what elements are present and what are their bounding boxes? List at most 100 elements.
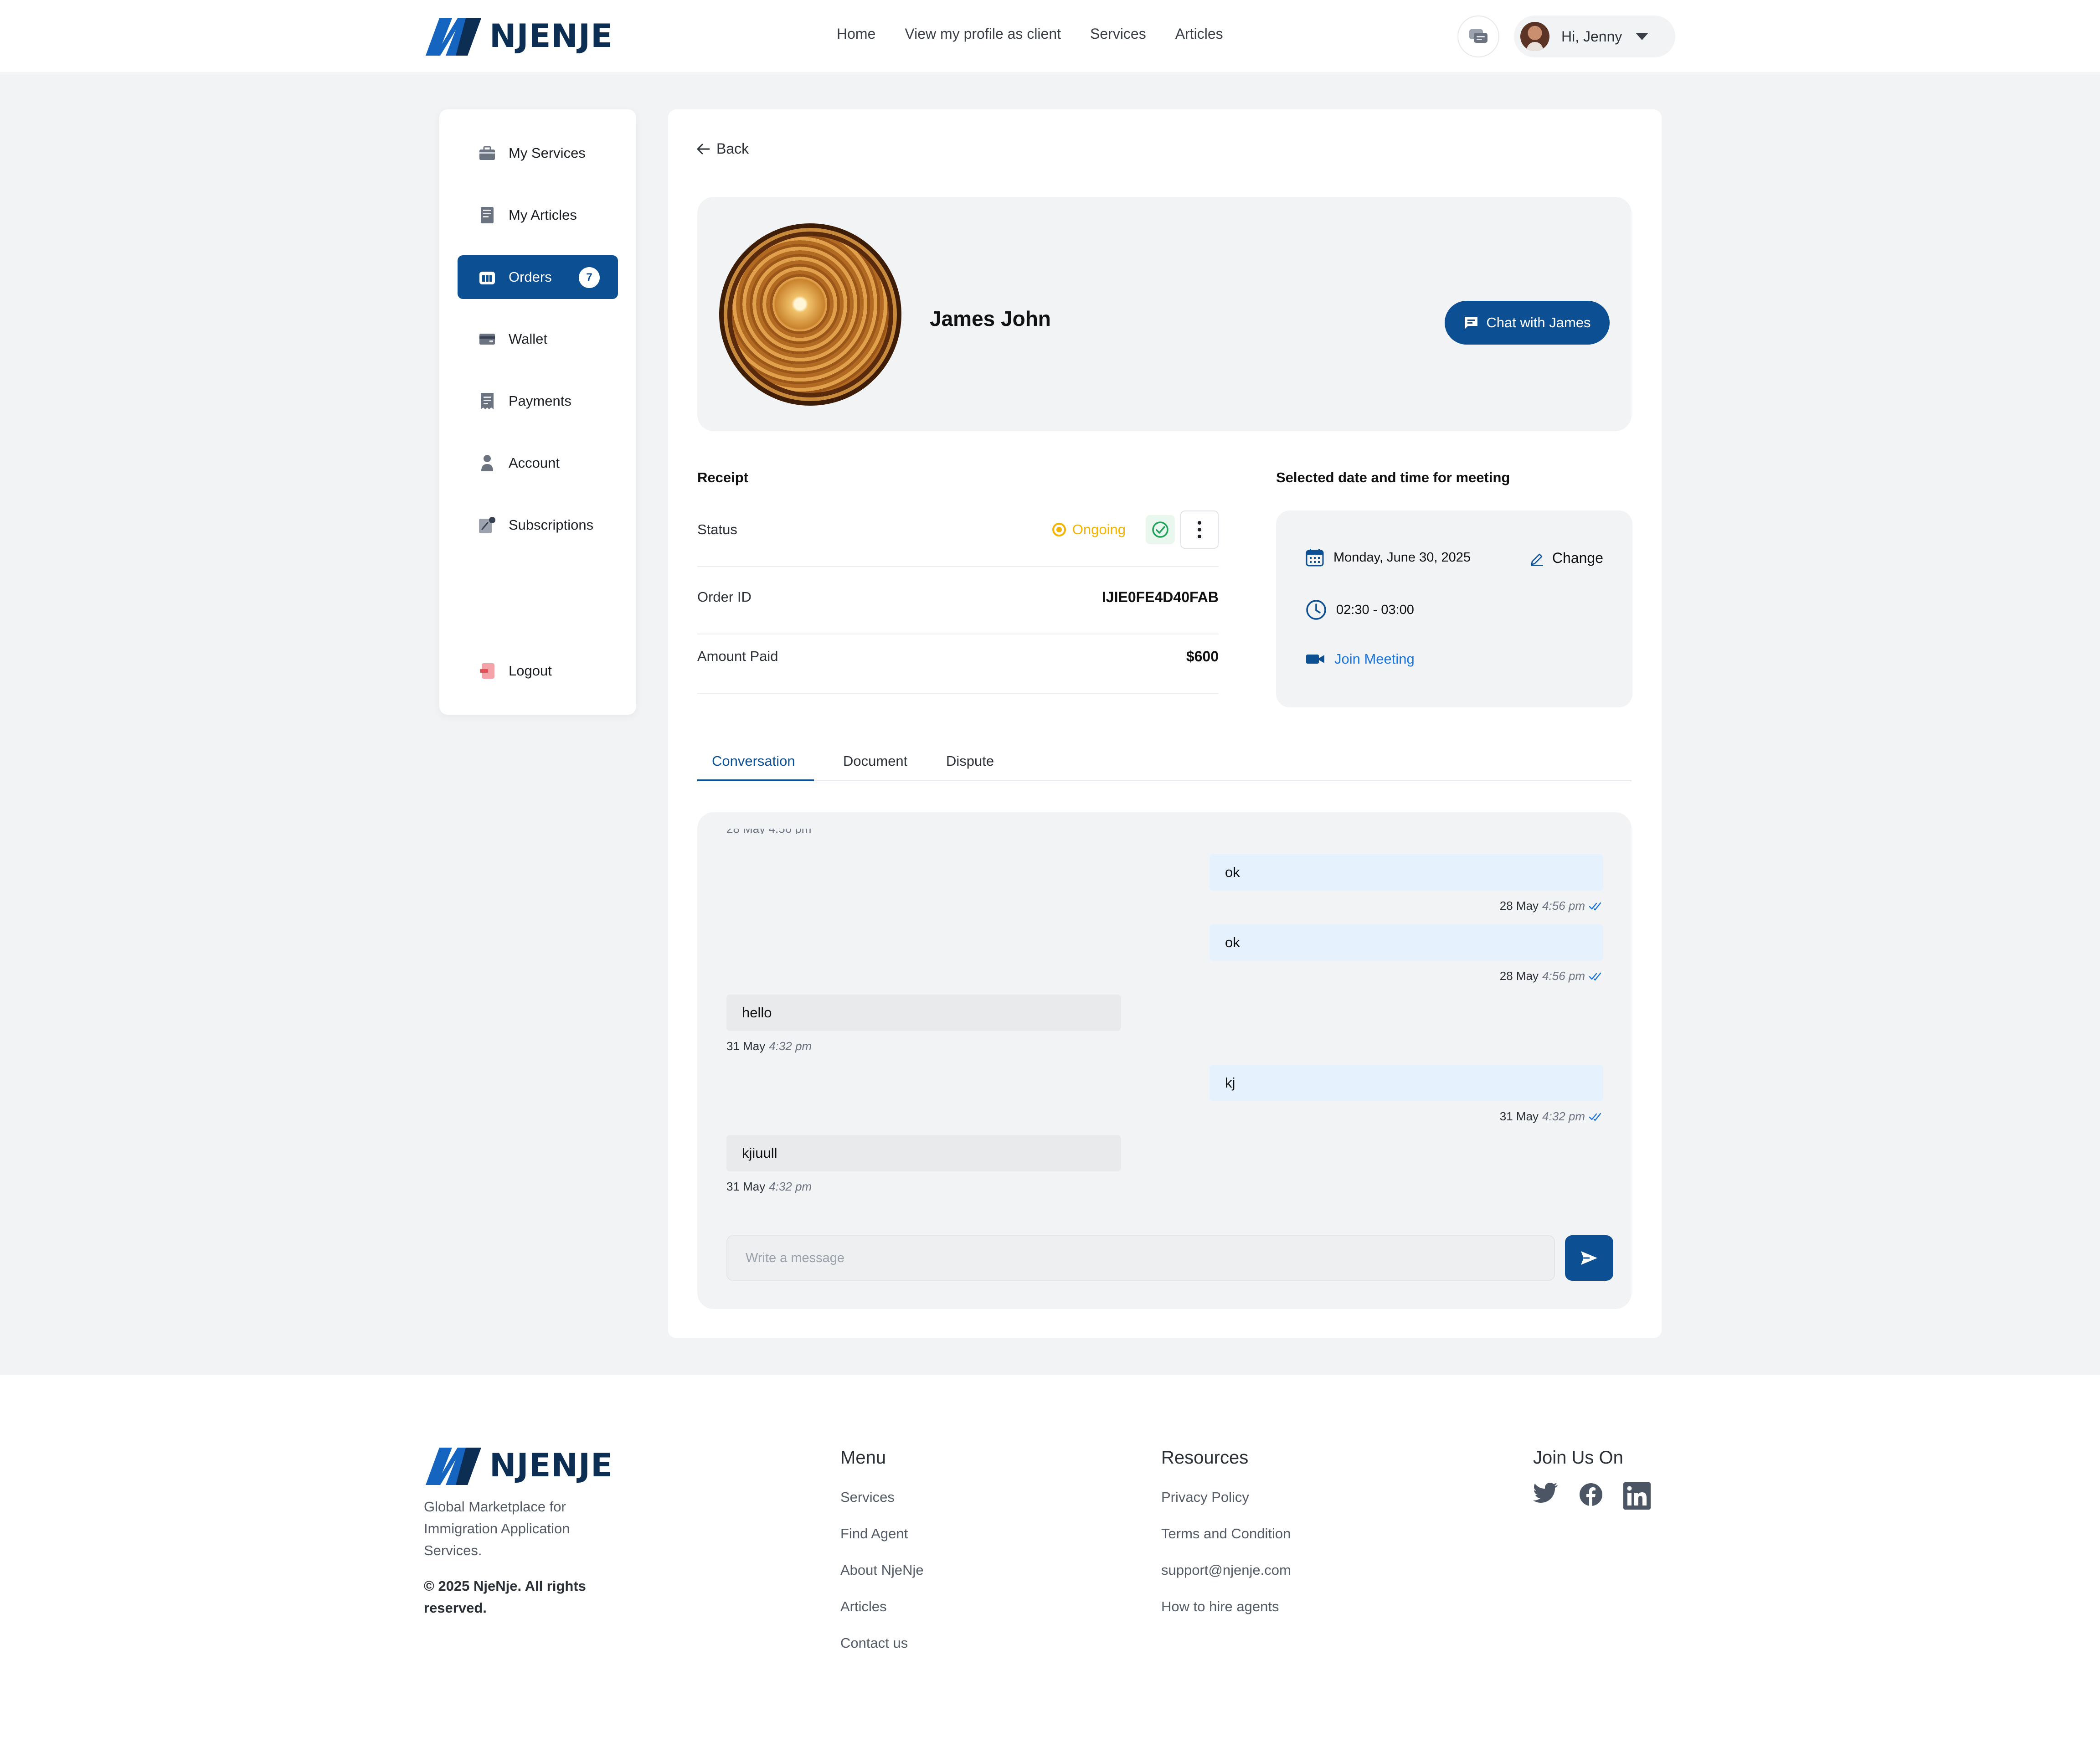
- footer-tagline: Global Marketplace for Immigration Appli…: [424, 1499, 570, 1558]
- kebab-dot: [1198, 528, 1201, 531]
- mark-complete-button[interactable]: [1146, 515, 1175, 544]
- order-id-value: IJIE0FE4D40FAB: [1101, 589, 1219, 605]
- message-input[interactable]: [726, 1235, 1555, 1281]
- message-timestamp: 31 May 4:32 pm: [726, 1039, 812, 1053]
- agent-avatar: [719, 223, 901, 406]
- message-timestamp: 28 May 4:56 pm: [1500, 969, 1603, 983]
- message-bubble-sent: ok: [1210, 924, 1603, 961]
- footer-link-privacy[interactable]: Privacy Policy: [1161, 1488, 1291, 1525]
- social-links: [1533, 1482, 1651, 1510]
- footer-logo[interactable]: NJENJE: [424, 1445, 613, 1486]
- message-date: 31 May: [1499, 1109, 1539, 1123]
- sidebar-item-label: My Services: [509, 145, 586, 161]
- message-time: 4:56 pm: [1542, 969, 1585, 983]
- sidebar-item-orders[interactable]: Orders 7: [458, 255, 618, 299]
- double-check-icon: [1589, 902, 1601, 910]
- nav-home[interactable]: Home: [837, 26, 875, 42]
- facebook-icon[interactable]: [1579, 1482, 1603, 1510]
- footer-link-support-email[interactable]: support@njenje.com: [1161, 1561, 1291, 1598]
- footer-copyright: © 2025 NjeNje. All rights reserved.: [424, 1578, 586, 1616]
- amount-value: $600: [1186, 648, 1219, 665]
- more-options-button[interactable]: [1180, 510, 1219, 549]
- message-bubble-sent: kj: [1210, 1065, 1603, 1101]
- footer-link-how-to-hire[interactable]: How to hire agents: [1161, 1598, 1291, 1634]
- tab-dispute[interactable]: Dispute: [946, 753, 994, 769]
- user-icon: [478, 454, 497, 473]
- sidebar-item-payments[interactable]: Payments: [458, 379, 618, 423]
- sidebar-item-logout[interactable]: Logout: [458, 649, 618, 693]
- sidebar-item-label: My Articles: [509, 207, 577, 223]
- sidebar-item-account[interactable]: Account: [458, 441, 618, 485]
- brand-name: NJENJE: [489, 1447, 613, 1484]
- brand-name: NJENJE: [489, 17, 613, 55]
- nav-services[interactable]: Services: [1090, 26, 1146, 42]
- messages-button[interactable]: [1457, 15, 1499, 57]
- message-date: 31 May: [726, 1039, 766, 1053]
- double-check-icon: [1589, 1113, 1601, 1121]
- sidebar-item-label: Logout: [509, 663, 552, 679]
- linkedin-icon[interactable]: [1623, 1482, 1651, 1510]
- amount-label: Amount Paid: [697, 648, 778, 664]
- message-date: 28 May: [1499, 969, 1539, 983]
- footer-link-find-agent[interactable]: Find Agent: [840, 1525, 924, 1561]
- message-bubble-received: kjiuull: [726, 1135, 1121, 1171]
- conversation-panel[interactable]: 28 May 4:56 pm ok 28 May 4:56 pm ok 28 M…: [697, 812, 1632, 1309]
- status-label: Status: [697, 521, 737, 537]
- brand-logo[interactable]: NJENJE: [424, 15, 613, 57]
- chat-with-agent-button[interactable]: Chat with James: [1445, 301, 1610, 345]
- footer-link-about[interactable]: About NjeNje: [840, 1561, 924, 1598]
- agent-profile-card: James John Chat with James: [697, 197, 1632, 431]
- join-meeting-label: Join Meeting: [1334, 651, 1415, 667]
- check-circle-icon: [1152, 521, 1168, 538]
- change-meeting-button[interactable]: Change: [1529, 550, 1603, 567]
- orders-count-badge: 7: [579, 267, 600, 288]
- status-value: Ongoing: [1072, 521, 1126, 537]
- agent-name: James John: [930, 307, 1051, 330]
- message-bubble-received: hello: [726, 995, 1121, 1031]
- edit-icon: [1531, 553, 1543, 566]
- meeting-date-row: Monday, June 30, 2025: [1305, 548, 1471, 567]
- meeting-date: Monday, June 30, 2025: [1333, 550, 1471, 565]
- footer-menu-title: Menu: [840, 1448, 886, 1468]
- avatar: [1520, 22, 1549, 51]
- tab-document[interactable]: Document: [843, 753, 907, 769]
- document-icon: [478, 206, 497, 225]
- tab-conversation[interactable]: Conversation: [712, 753, 795, 769]
- meeting-time-row: 02:30 - 03:00: [1305, 599, 1414, 621]
- message-time: 4:32 pm: [1542, 1109, 1585, 1123]
- twitter-icon[interactable]: [1533, 1482, 1559, 1510]
- sidebar-item-label: Payments: [509, 393, 571, 409]
- nav-articles[interactable]: Articles: [1175, 26, 1223, 42]
- send-button[interactable]: [1565, 1235, 1613, 1281]
- footer-link-articles[interactable]: Articles: [840, 1598, 924, 1634]
- user-greeting: Hi, Jenny: [1561, 28, 1622, 45]
- order-detail-panel: Back James John Chat with James Receipt …: [668, 109, 1662, 1338]
- sidebar-item-wallet[interactable]: Wallet: [458, 317, 618, 361]
- video-camera-icon: [1306, 655, 1324, 664]
- sidebar-item-label: Orders: [509, 269, 552, 285]
- subscription-icon: [478, 516, 497, 535]
- user-menu[interactable]: Hi, Jenny: [1514, 15, 1675, 57]
- footer-link-contact[interactable]: Contact us: [840, 1634, 924, 1671]
- footer-menu: Menu Services Find Agent About NjeNje Ar…: [840, 1448, 924, 1671]
- message-timestamp: 28 May 4:56 pm: [1500, 899, 1603, 913]
- footer-link-terms[interactable]: Terms and Condition: [1161, 1525, 1291, 1561]
- chat-bubbles-icon: [1469, 29, 1488, 43]
- logo-mark-icon: [426, 18, 481, 56]
- status-badge: Ongoing: [1052, 521, 1126, 538]
- meeting-time: 02:30 - 03:00: [1336, 602, 1414, 617]
- footer-link-services[interactable]: Services: [840, 1488, 924, 1525]
- sidebar: My Services My Articles Orders 7 Wallet …: [439, 109, 636, 715]
- caret-down-icon: [1636, 33, 1649, 40]
- order-id-row: Order ID IJIE0FE4D40FAB: [697, 589, 1219, 634]
- double-check-icon: [1589, 972, 1601, 980]
- sidebar-item-subscriptions[interactable]: Subscriptions: [458, 503, 618, 547]
- clipped-timestamp: 28 May 4:56 pm: [726, 829, 811, 834]
- message-time: 4:56 pm: [1542, 899, 1585, 913]
- sidebar-item-my-services[interactable]: My Services: [458, 131, 618, 175]
- sidebar-item-my-articles[interactable]: My Articles: [458, 193, 618, 237]
- logo-mark-icon: [426, 1448, 481, 1485]
- back-link[interactable]: Back: [696, 140, 749, 157]
- nav-view-profile[interactable]: View my profile as client: [905, 26, 1061, 42]
- join-meeting-link[interactable]: Join Meeting: [1305, 651, 1415, 667]
